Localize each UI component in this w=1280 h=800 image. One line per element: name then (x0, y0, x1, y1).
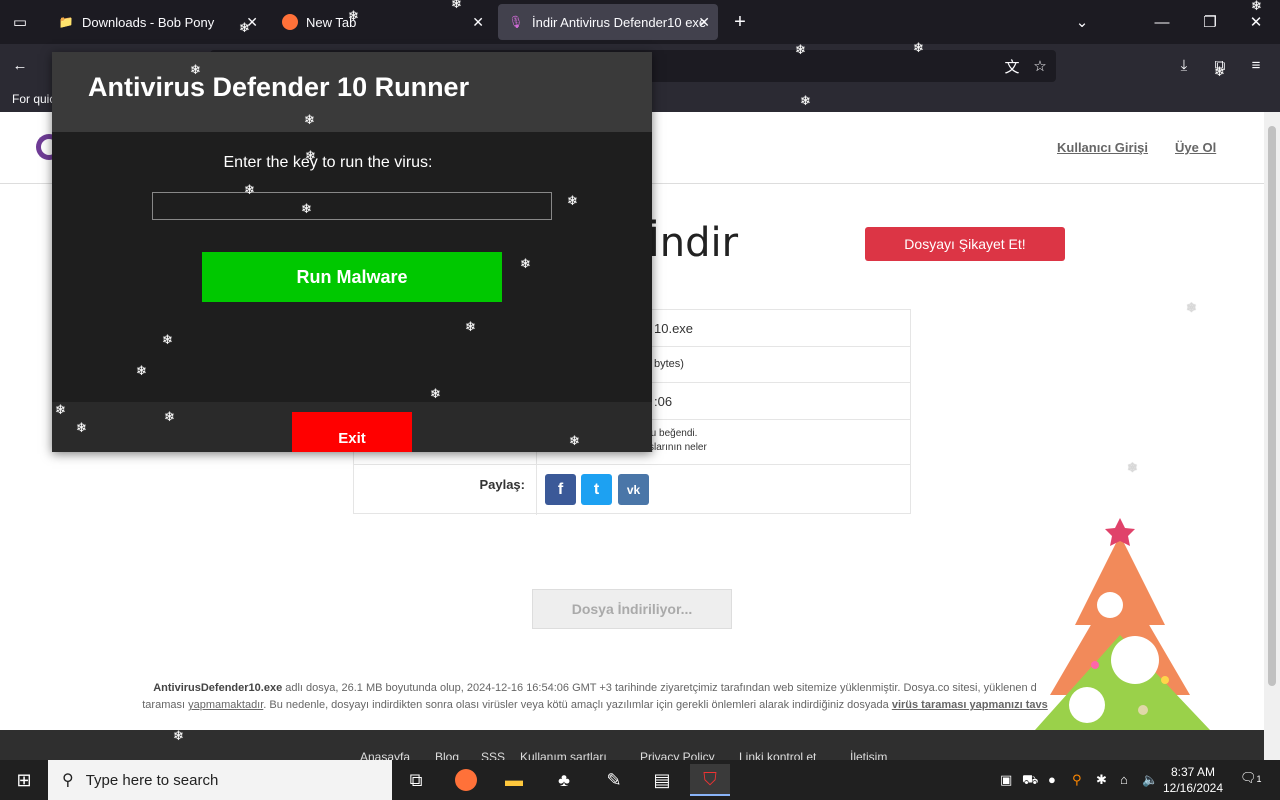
app-icon[interactable]: ▤ (642, 764, 682, 796)
tab-indir[interactable]: 🎙 İndir Antivirus Defender10 exe ✕ (498, 4, 718, 40)
minimize-icon[interactable]: — (1150, 10, 1174, 34)
antivirus-defender-icon[interactable]: ⛉ (690, 764, 730, 796)
key-input[interactable] (152, 192, 552, 220)
back-icon[interactable]: ← (8, 54, 32, 76)
footer-line1: adlı dosya, 26.1 MB boyutunda olup, 2024… (282, 682, 1037, 694)
download-file-button[interactable]: Dosya İndiriliyor... (532, 589, 732, 629)
footer-line2b: . Bu nedenle, dosyayı indirdikten sonra … (263, 699, 892, 711)
tab-downloads[interactable]: 📁 Downloads - Bob Pony ✕ (48, 4, 266, 40)
report-file-button[interactable]: Dosyayı Şikayet Et! (865, 227, 1065, 261)
search-placeholder: Type here to search (85, 771, 219, 789)
footer-disclaimer: AntivirusDefender10.exe adlı dosya, 26.1… (70, 680, 1120, 714)
translate-icon[interactable]: 文 (1002, 56, 1022, 76)
tab-title: Downloads - Bob Pony (82, 14, 215, 30)
taskbar: ⊞ ⚲ Type here to search ⧉ ▬ ♣ ✎ ▤ ⛉ ▣ ⛟ … (0, 760, 1280, 800)
tray-icon[interactable]: ⚲ (1072, 772, 1082, 788)
task-view-icon[interactable]: ⧉ (396, 764, 436, 796)
screen: ▭ 📁 Downloads - Bob Pony ✕ New Tab ✕ 🎙 İ… (0, 0, 1280, 800)
footer-filename: AntivirusDefender10.exe (153, 682, 283, 694)
footer-line2a: taraması (142, 699, 189, 711)
notepad-icon[interactable]: ✎ (594, 764, 634, 796)
app-icon[interactable]: ♣ (544, 764, 584, 796)
tab-bar: ▭ 📁 Downloads - Bob Pony ✕ New Tab ✕ 🎙 İ… (0, 0, 1280, 44)
facebook-share-button[interactable]: f (545, 474, 576, 505)
login-link[interactable]: Kullanıcı Girişi (1057, 140, 1148, 155)
tray-icon[interactable]: ⛟ (1022, 772, 1038, 790)
twitter-share-button[interactable]: t (581, 474, 612, 505)
new-tab-icon[interactable]: + (728, 10, 752, 34)
footer-link-1[interactable]: yapmamaktadır (188, 699, 263, 711)
close-icon[interactable]: ✕ (246, 14, 258, 31)
dialog-title: Antivirus Defender 10 Runner (52, 52, 652, 132)
tray-icon[interactable]: ✱ (1096, 772, 1107, 788)
menu-icon[interactable]: ≡ (1244, 54, 1268, 76)
footer-link-2[interactable]: virüs taraması yapmanızı tavs (892, 699, 1048, 711)
christmas-tree-decoration (1035, 518, 1210, 730)
firefox-icon[interactable] (446, 764, 486, 796)
file-size-value: bytes) (654, 358, 684, 370)
tab-title: New Tab (306, 14, 357, 30)
file-name-value: 10.exe (654, 321, 694, 336)
close-icon[interactable]: ✕ (472, 14, 484, 31)
system-clock[interactable]: 8:37 AM 12/16/2024 (1160, 764, 1226, 796)
malware-dialog: Antivirus Defender 10 Runner Enter the k… (52, 52, 652, 452)
exit-button[interactable]: Exit (292, 412, 412, 452)
file-explorer-icon[interactable]: ▬ (494, 764, 534, 796)
upload-date-value: :06 (654, 394, 673, 409)
notification-count: 1 (1256, 774, 1262, 784)
run-malware-button[interactable]: Run Malware (202, 252, 502, 302)
tray-icon[interactable]: ▣ (1000, 772, 1012, 788)
folder-icon: 📁 (58, 15, 74, 29)
search-icon: ⚲ (62, 772, 74, 789)
signup-link[interactable]: Üye Ol (1175, 140, 1216, 155)
bookmark-item[interactable]: For quic (12, 92, 55, 106)
page-title: İndir (648, 220, 739, 266)
maximize-icon[interactable]: ❐ (1198, 10, 1222, 34)
chevron-down-icon[interactable]: ⌄ (1070, 10, 1094, 34)
windows-start-icon[interactable]: ⊞ (4, 764, 44, 796)
star-icon[interactable]: ☆ (1030, 56, 1050, 76)
tray-icon[interactable]: ● (1048, 772, 1056, 787)
share-label: Paylaş: (479, 477, 525, 492)
page-scrollbar[interactable] (1264, 112, 1280, 760)
firefox-icon (282, 14, 298, 30)
key-prompt-label: Enter the key to run the virus: (223, 154, 433, 171)
volume-icon[interactable]: 🔈 (1142, 772, 1158, 788)
clock-date: 12/16/2024 (1162, 781, 1224, 795)
extensions-icon[interactable]: ⧉ (1208, 54, 1232, 76)
clock-time: 8:37 AM (1170, 765, 1216, 779)
vk-share-button[interactable]: vk (618, 474, 649, 505)
network-icon[interactable]: ⌂ (1120, 772, 1128, 787)
notifications-icon[interactable]: 🗨1 (1240, 770, 1262, 786)
mic-icon: 🎙 (508, 15, 524, 29)
tab-overview-icon[interactable]: ▭ (8, 12, 32, 32)
download-icon[interactable]: ⤓ (1172, 54, 1196, 76)
tab-title: İndir Antivirus Defender10 exe (532, 14, 707, 30)
tab-new[interactable]: New Tab ✕ (272, 4, 492, 40)
close-window-icon[interactable]: ✕ (1244, 10, 1268, 34)
scroll-thumb[interactable] (1268, 126, 1276, 686)
taskbar-search[interactable]: ⚲ Type here to search (48, 760, 392, 800)
close-icon[interactable]: ✕ (698, 14, 710, 31)
